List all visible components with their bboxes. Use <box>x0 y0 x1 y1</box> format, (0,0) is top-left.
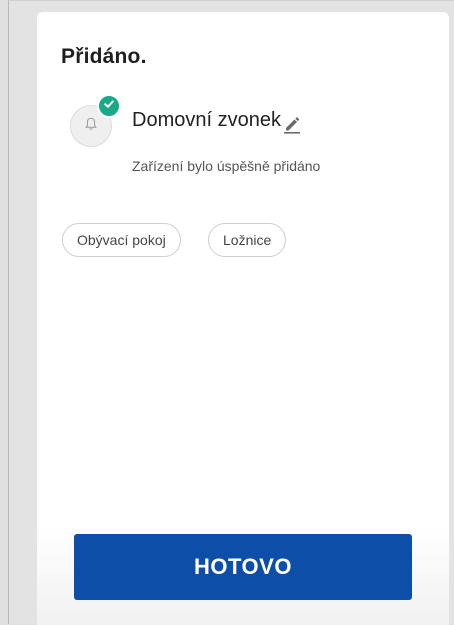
app-frame: Přidáno. Domovní zvonek Zařízení bylo ús… <box>8 0 454 625</box>
success-message: Zařízení bylo úspěšně přidáno <box>132 158 321 174</box>
device-added-card: Přidáno. Domovní zvonek Zařízení bylo ús… <box>37 12 449 625</box>
bell-icon <box>83 116 99 137</box>
device-name: Domovní zvonek <box>132 109 281 131</box>
pencil-icon[interactable] <box>283 114 301 134</box>
room-chip-obyvaci-pokoj[interactable]: Obývací pokoj <box>62 223 181 257</box>
done-button[interactable]: HOTOVO <box>74 534 412 600</box>
room-chip-loznice[interactable]: Ložnice <box>208 223 287 257</box>
page-title: Přidáno. <box>61 45 147 68</box>
success-badge <box>97 94 121 118</box>
check-icon <box>103 97 115 115</box>
